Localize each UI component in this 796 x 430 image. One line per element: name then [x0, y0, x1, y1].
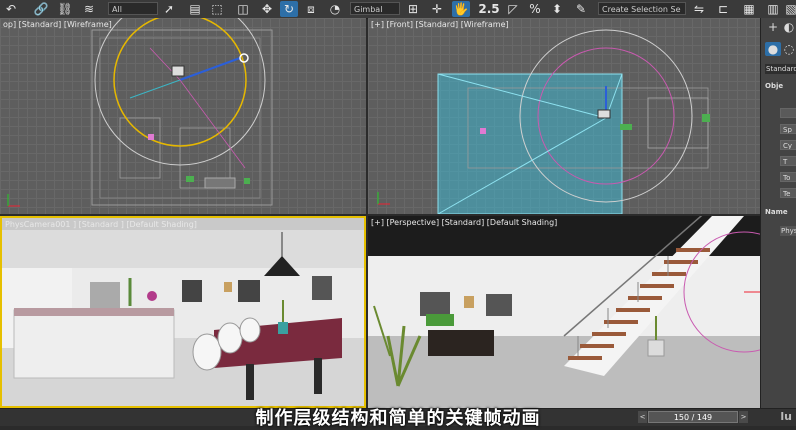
unlink-icon[interactable]: ⛓ [56, 1, 74, 17]
angle-snap-icon[interactable]: ◸ [504, 1, 522, 17]
physical-label: Physi [780, 226, 796, 236]
named-selection-set-input[interactable]: Create Selection Se [598, 2, 686, 15]
object-type-button-cylinder[interactable]: Cy [780, 140, 796, 150]
category-dropdown[interactable]: Standard [765, 64, 796, 74]
top-viewport[interactable]: op] [Standard] [Wireframe] [0, 18, 366, 214]
top-viewport-scene [7, 18, 273, 207]
select-object-icon[interactable]: ➚ [160, 1, 178, 17]
perspective-viewport-scene [368, 216, 760, 408]
object-type-button-teapot[interactable]: Te [780, 188, 796, 198]
edit-named-selection-icon[interactable]: ✎ [572, 1, 590, 17]
link-icon[interactable]: 🔗 [32, 1, 50, 17]
front-viewport-scene [377, 29, 710, 214]
snap-toggle-icon[interactable]: 2.5 [478, 1, 500, 17]
select-by-name-icon[interactable]: ▤ [186, 1, 204, 17]
name-rollout[interactable]: Name [765, 208, 788, 216]
camera-viewport-scene [2, 230, 364, 406]
align-icon[interactable]: ⊏ [714, 1, 732, 17]
object-type-button-1[interactable] [780, 108, 796, 118]
shapes-icon[interactable]: ◌ [781, 42, 796, 56]
place-icon[interactable]: ◔ [326, 1, 344, 17]
camera-viewport-label[interactable]: PhysCamera001 ] [Standard ] [Default Sha… [5, 220, 197, 229]
rectangular-selection-icon[interactable]: ⬚ [208, 1, 226, 17]
watermark-logo: lu [780, 410, 792, 423]
rotate-icon[interactable]: ↻ [280, 1, 298, 17]
percent-snap-icon[interactable]: % [526, 1, 544, 17]
modify-tab-icon[interactable]: ◐ [781, 20, 796, 34]
pivot-center-icon[interactable]: ⊞ [404, 1, 422, 17]
spinner-snap-icon[interactable]: ⬍ [548, 1, 566, 17]
geometry-icon[interactable]: ● [765, 42, 781, 56]
object-type-button-sphere[interactable]: Sp [780, 124, 796, 134]
create-tab-icon[interactable]: + [765, 20, 781, 34]
scale-icon[interactable]: ⧈ [302, 1, 320, 17]
select-manipulate-icon[interactable]: ✛ [428, 1, 446, 17]
command-panel: + ◐ ● ◌ Standard Obje Sp Cy T To Te Name… [760, 18, 796, 408]
front-viewport[interactable]: [+] [Front] [Standard] [Wireframe] [368, 18, 760, 214]
camera-viewport[interactable]: PhysCamera001 ] [Standard ] [Default Sha… [0, 216, 366, 408]
object-type-button-torus[interactable]: T [780, 156, 796, 166]
video-subtitle: 制作层级结构和简单的关键帧动画 [255, 408, 541, 429]
layer-explorer-icon[interactable]: ▥ [764, 1, 782, 17]
object-type-button-tube[interactable]: To [780, 172, 796, 182]
undo-icon[interactable]: ↶ [2, 1, 20, 17]
keyboard-shortcut-icon[interactable]: 🖐 [452, 1, 470, 17]
object-type-rollout[interactable]: Obje [765, 82, 783, 90]
selection-filter-dropdown[interactable]: All [108, 2, 158, 15]
reference-coordinate-dropdown[interactable]: Gimbal [350, 2, 400, 15]
scene-explorer-icon[interactable]: ▦ [740, 1, 758, 17]
window-crossing-icon[interactable]: ◫ [234, 1, 252, 17]
main-toolbar: ↶ 🔗 ⛓ ≋ All ➚ ▤ ⬚ ◫ ✥ ↻ ⧈ ◔ Gimbal ⊞ ✛ 🖐… [0, 0, 796, 19]
perspective-viewport[interactable]: [+] [Perspective] [Standard] [Default Sh… [368, 216, 760, 408]
bind-spacewarp-icon[interactable]: ≋ [80, 1, 98, 17]
front-viewport-label[interactable]: [+] [Front] [Standard] [Wireframe] [371, 20, 509, 29]
top-viewport-label[interactable]: op] [Standard] [Wireframe] [3, 20, 112, 29]
move-icon[interactable]: ✥ [258, 1, 276, 17]
graphite-toolbar-icon[interactable]: ▧ [782, 1, 796, 17]
mirror-icon[interactable]: ⇋ [690, 1, 708, 17]
perspective-viewport-label[interactable]: [+] [Perspective] [Standard] [Default Sh… [371, 218, 557, 227]
